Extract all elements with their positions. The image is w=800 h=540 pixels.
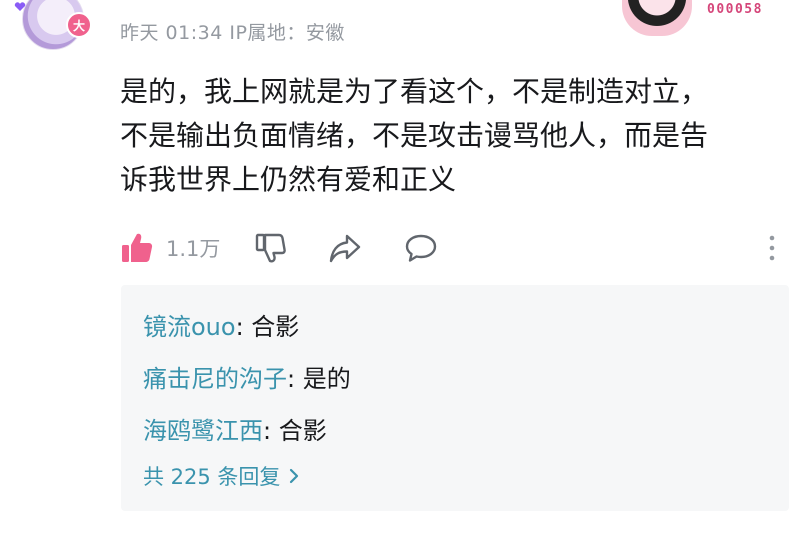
dislike-icon bbox=[255, 233, 286, 263]
reply-button[interactable] bbox=[404, 226, 438, 270]
reply-text: 合影 bbox=[278, 417, 327, 445]
reply-text: 是的 bbox=[302, 365, 351, 393]
like-button[interactable]: 1.1万 bbox=[120, 226, 220, 270]
replies-panel[interactable]: 镜流ouo: 合影 痛击尼的沟子: 是的 海鸥鹭江西: 合影 共 225 条回复 bbox=[121, 285, 789, 511]
action-bar: 1.1万 bbox=[120, 226, 782, 270]
comment-meta: 昨天 01:34 IP属地：安徽 bbox=[120, 22, 345, 44]
level-badge: 大 bbox=[66, 12, 92, 38]
decoration-number: 000058 bbox=[707, 2, 763, 17]
chevron-right-icon bbox=[290, 468, 299, 484]
comment-line: 诉我世界上仍然有爱和正义 bbox=[120, 163, 457, 196]
reply-username[interactable]: 镜流ouo bbox=[143, 313, 236, 341]
more-icon[interactable] bbox=[768, 234, 776, 262]
comment-line: 是的，我上网就是为了看这个，不是制造对立， bbox=[120, 75, 709, 108]
decoration-card-image[interactable] bbox=[622, 0, 692, 36]
comment-icon bbox=[405, 234, 437, 262]
reply-separator: : bbox=[287, 365, 303, 393]
comment-line: 不是输出负面情绪，不是攻击谩骂他人，而是告 bbox=[120, 119, 709, 152]
reply-username[interactable]: 海鸥鹭江西 bbox=[143, 417, 263, 445]
reply-username[interactable]: 痛击尼的沟子 bbox=[143, 365, 287, 393]
reply-separator: : bbox=[235, 313, 252, 341]
reply-item[interactable]: 海鸥鹭江西: 合影 bbox=[143, 415, 327, 447]
reply-item[interactable]: 镜流ouo: 合影 bbox=[143, 311, 299, 343]
share-icon bbox=[329, 234, 361, 263]
view-all-replies-link[interactable]: 共 225 条回复 bbox=[143, 461, 300, 491]
comment-content[interactable]: 是的，我上网就是为了看这个，不是制造对立， 不是输出负面情绪，不是攻击谩骂他人，… bbox=[120, 70, 780, 202]
heart-decoration-icon bbox=[14, 2, 26, 12]
like-count: 1.1万 bbox=[166, 237, 221, 261]
dislike-button[interactable] bbox=[254, 226, 288, 270]
replies-total: 共 225 条回复 bbox=[143, 465, 281, 489]
reply-text: 合影 bbox=[251, 313, 300, 341]
share-button[interactable] bbox=[328, 226, 362, 270]
like-icon bbox=[122, 233, 153, 262]
reply-item[interactable]: 痛击尼的沟子: 是的 bbox=[143, 363, 351, 395]
reply-separator: : bbox=[263, 417, 279, 445]
